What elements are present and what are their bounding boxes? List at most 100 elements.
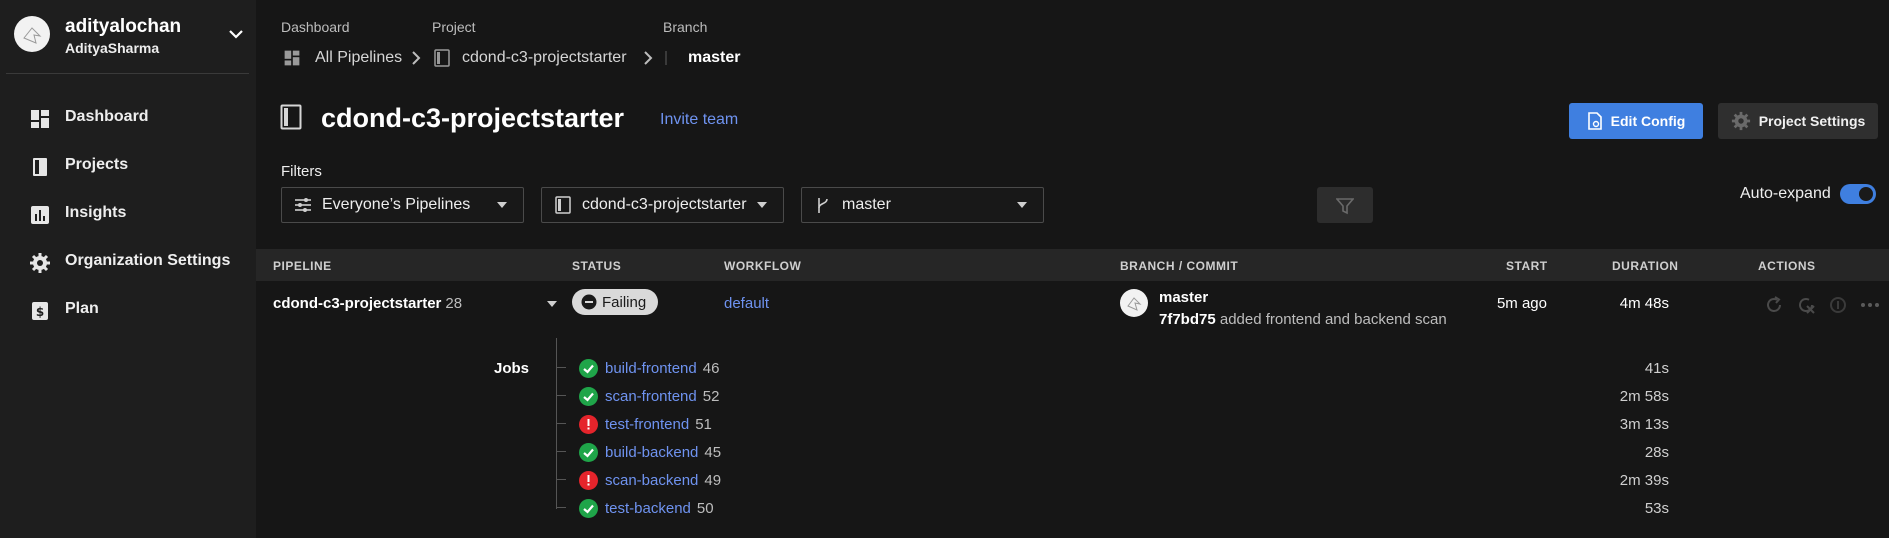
rerun-icon[interactable] bbox=[1764, 295, 1784, 315]
sidebar-item-label: Organization Settings bbox=[65, 252, 231, 269]
funnel-icon bbox=[1336, 198, 1354, 215]
job-link[interactable]: build-frontend 46 bbox=[605, 360, 719, 377]
breadcrumb-project-header: Project bbox=[432, 19, 476, 35]
col-actions: ACTIONS bbox=[1758, 259, 1816, 273]
project-icon bbox=[555, 196, 571, 214]
project-icon bbox=[280, 104, 302, 130]
success-check-icon bbox=[579, 359, 598, 378]
sidebar-item-plan[interactable]: $ Plan bbox=[0, 287, 256, 335]
sidebar: adityalochan AdityaSharma Dashboard Proj… bbox=[0, 0, 256, 538]
svg-text:$: $ bbox=[36, 305, 44, 319]
commit-branch: master bbox=[1159, 289, 1209, 306]
user-switcher[interactable]: adityalochan AdityaSharma bbox=[14, 16, 244, 56]
edit-config-label: Edit Config bbox=[1610, 113, 1686, 129]
tree-branch bbox=[556, 507, 566, 508]
job-duration: 41s bbox=[1644, 360, 1669, 377]
pipelines-filter-select[interactable]: Everyone’s Pipelines bbox=[281, 187, 524, 223]
gear-icon bbox=[1731, 111, 1750, 131]
projects-icon bbox=[33, 158, 47, 176]
more-options-icon[interactable] bbox=[1860, 295, 1880, 315]
caret-down-icon[interactable] bbox=[547, 301, 557, 307]
dashboard-icon bbox=[284, 50, 300, 66]
row-actions bbox=[1764, 295, 1880, 315]
job-name: test-backend bbox=[605, 500, 691, 517]
job-row: build-backend 45 28s bbox=[556, 438, 1886, 466]
job-link[interactable]: build-backend 45 bbox=[605, 444, 721, 461]
tree-branch bbox=[556, 423, 566, 424]
gear-icon bbox=[30, 253, 50, 273]
edit-config-button[interactable]: Edit Config bbox=[1569, 103, 1703, 139]
caret-down-icon bbox=[757, 202, 767, 208]
job-row: scan-backend 49 2m 39s bbox=[556, 466, 1886, 494]
pipeline-name-link[interactable]: cdond-c3-projectstarter 28 bbox=[273, 295, 462, 312]
user-name: adityalochan bbox=[65, 16, 182, 37]
sidebar-divider bbox=[6, 73, 249, 74]
branch-filter-select[interactable]: master bbox=[801, 187, 1044, 223]
sidebar-item-dashboard[interactable]: Dashboard bbox=[0, 95, 256, 143]
commit-info: 7f7bd75 added frontend and backend scan bbox=[1159, 311, 1447, 328]
rerun-failed-icon[interactable] bbox=[1796, 295, 1816, 315]
job-row: scan-frontend 52 2m 58s bbox=[556, 382, 1886, 410]
workflow-link[interactable]: default bbox=[724, 295, 769, 312]
job-link[interactable]: test-backend 50 bbox=[605, 500, 714, 517]
auto-expand-toggle[interactable] bbox=[1840, 184, 1876, 204]
caret-down-icon bbox=[497, 202, 507, 208]
job-name: build-backend bbox=[605, 444, 699, 461]
config-file-icon bbox=[1587, 112, 1602, 130]
committer-avatar bbox=[1120, 289, 1148, 317]
commit-hash[interactable]: 7f7bd75 bbox=[1159, 311, 1216, 328]
job-number: 51 bbox=[695, 416, 712, 433]
breadcrumb-branch-header: Branch bbox=[663, 19, 708, 35]
sidebar-item-label: Insights bbox=[65, 204, 127, 221]
chevron-right-icon bbox=[644, 51, 653, 65]
chevron-down-icon[interactable] bbox=[228, 26, 244, 42]
sidebar-item-projects[interactable]: Projects bbox=[0, 143, 256, 191]
sidebar-item-label: Dashboard bbox=[65, 108, 149, 125]
success-check-icon bbox=[579, 443, 598, 462]
cancel-icon[interactable] bbox=[1828, 295, 1848, 315]
job-row: build-frontend 46 41s bbox=[556, 354, 1886, 382]
job-link[interactable]: test-frontend 51 bbox=[605, 416, 712, 433]
job-duration: 53s bbox=[1644, 500, 1669, 517]
sidebar-item-organization-settings[interactable]: Organization Settings bbox=[0, 239, 256, 287]
git-branch-icon bbox=[818, 198, 828, 213]
main-content: Dashboard Project Branch All Pipelines c… bbox=[256, 0, 1889, 538]
breadcrumb-label: All Pipelines bbox=[315, 49, 403, 66]
sidebar-nav: Dashboard Projects Insights Organization… bbox=[0, 95, 256, 335]
success-check-icon bbox=[579, 387, 598, 406]
project-icon bbox=[434, 49, 450, 67]
apply-filter-button[interactable] bbox=[1317, 187, 1373, 223]
project-settings-label: Project Settings bbox=[1758, 113, 1866, 129]
branch-icon bbox=[665, 51, 667, 65]
tree-branch bbox=[556, 479, 566, 480]
project-filter-select[interactable]: cdond-c3-projectstarter bbox=[541, 187, 784, 223]
project-settings-button[interactable]: Project Settings bbox=[1718, 103, 1878, 139]
commit-message: added frontend and backend scan bbox=[1219, 311, 1447, 328]
filters-label: Filters bbox=[281, 163, 322, 180]
job-link[interactable]: scan-frontend 52 bbox=[605, 388, 719, 405]
invite-team-link[interactable]: Invite team bbox=[660, 111, 738, 129]
breadcrumb-all-pipelines[interactable]: All Pipelines bbox=[283, 49, 402, 67]
org-name: AdityaSharma bbox=[65, 40, 160, 56]
col-start: START bbox=[1506, 259, 1548, 273]
project-filter-value: cdond-c3-projectstarter bbox=[582, 196, 747, 213]
col-pipeline: PIPELINE bbox=[273, 259, 332, 273]
caret-down-icon bbox=[1017, 202, 1027, 208]
table-header: PIPELINE STATUS WORKFLOW BRANCH / COMMIT… bbox=[256, 249, 1889, 281]
job-name: scan-backend bbox=[605, 472, 699, 489]
status-label: Failing bbox=[602, 294, 647, 311]
job-number: 52 bbox=[702, 388, 720, 405]
dashboard-icon bbox=[31, 110, 49, 128]
job-number: 46 bbox=[702, 360, 720, 377]
toggle-knob bbox=[1859, 187, 1873, 201]
breadcrumb-branch[interactable]: master bbox=[664, 49, 740, 67]
job-link[interactable]: scan-backend 49 bbox=[605, 472, 721, 489]
job-name: test-frontend bbox=[605, 416, 690, 433]
job-name: scan-frontend bbox=[605, 388, 697, 405]
filter-sliders-icon bbox=[295, 198, 311, 212]
jobs-label: Jobs bbox=[494, 360, 530, 377]
status-badge[interactable]: Failing bbox=[572, 289, 658, 315]
breadcrumb-project[interactable]: cdond-c3-projectstarter bbox=[434, 49, 627, 67]
sidebar-item-insights[interactable]: Insights bbox=[0, 191, 256, 239]
failing-status-icon bbox=[581, 294, 597, 310]
